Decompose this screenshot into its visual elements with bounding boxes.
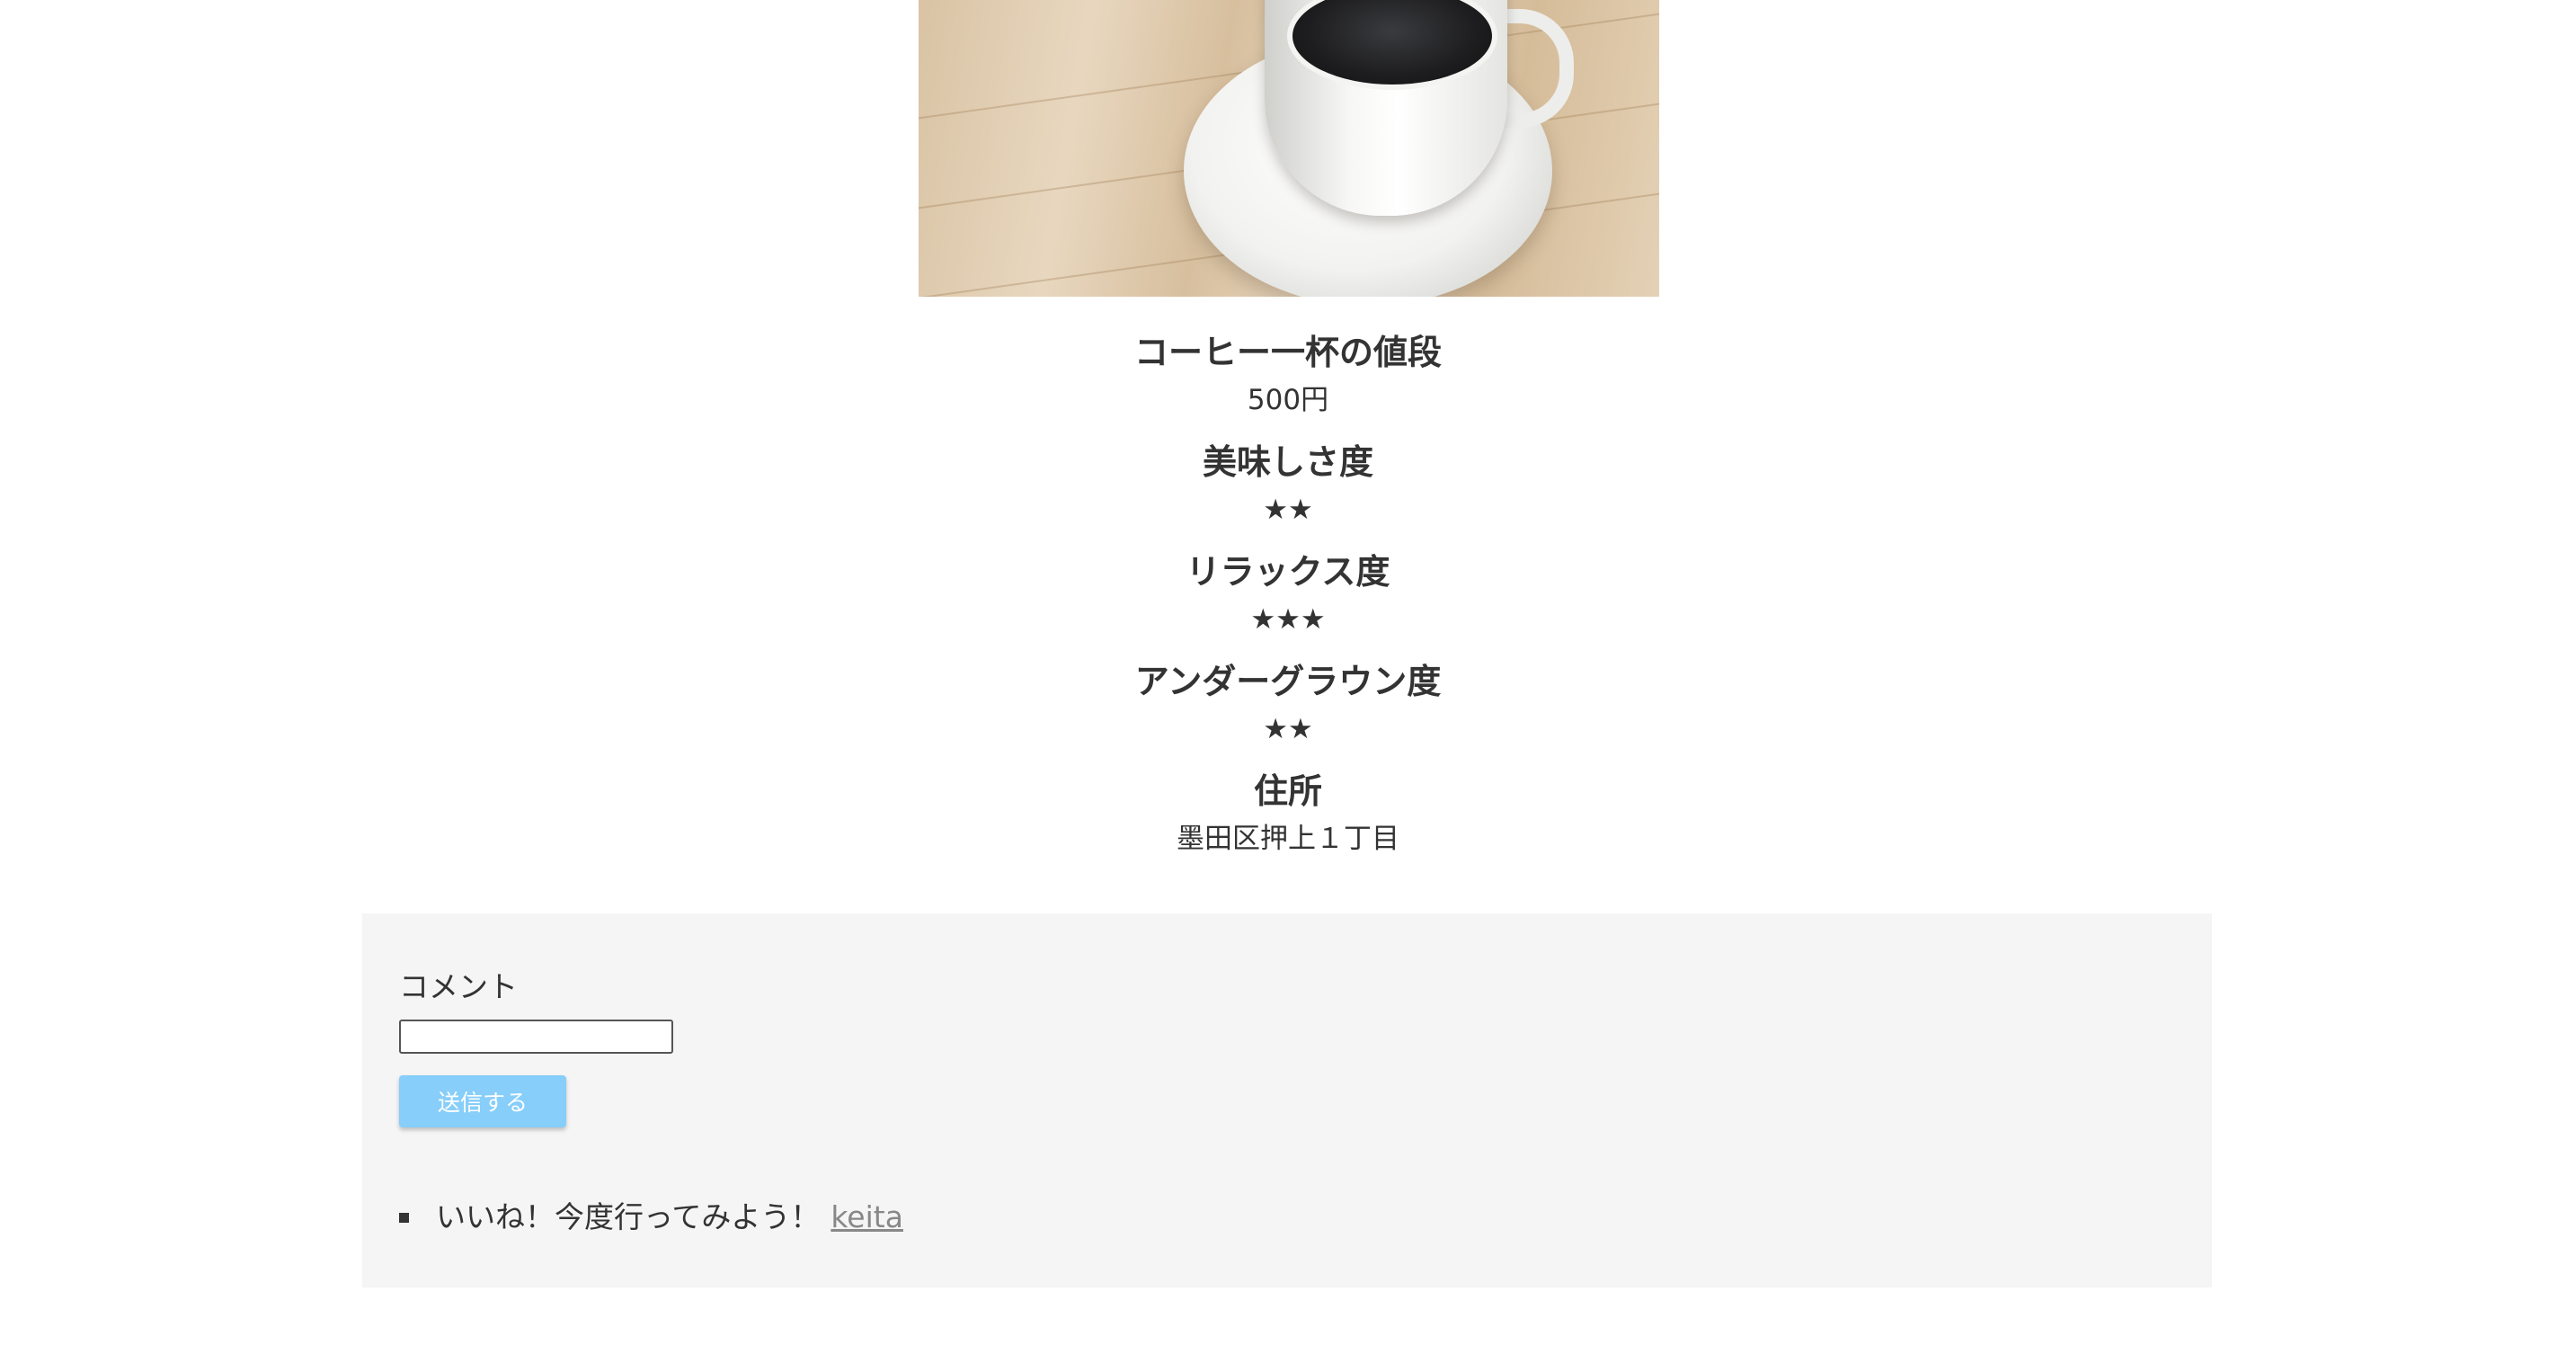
- address-heading: 住所: [1253, 771, 1322, 811]
- square-bullet-icon: [399, 1212, 409, 1223]
- price-heading: コーヒー一杯の値段: [1133, 333, 1442, 372]
- send-button[interactable]: 送信する: [399, 1075, 566, 1127]
- comment-user-link[interactable]: keita: [831, 1198, 903, 1237]
- comment-section: コメント 送信する いいね！今度行ってみよう！ keita: [362, 913, 2212, 1287]
- underground-rating-stars: ★★: [1263, 713, 1313, 745]
- page: コーヒー一杯の値段 500円 美味しさ度 ★★ リラックス度 ★★★ アンダーグ…: [0, 0, 2576, 1354]
- comment-label: コメント: [399, 969, 518, 1004]
- comment-text: いいね！今度行ってみよう！: [436, 1199, 821, 1234]
- underground-heading: アンダーグラウン度: [1134, 662, 1442, 701]
- coffee-photo: [919, 0, 1659, 297]
- relax-heading: リラックス度: [1186, 552, 1390, 592]
- price-value: 500円: [1247, 384, 1329, 416]
- comment-input[interactable]: [399, 1020, 673, 1054]
- taste-rating-stars: ★★: [1263, 494, 1313, 526]
- address-value: 墨田区押上１丁目: [1177, 823, 1399, 855]
- relax-rating-stars: ★★★: [1250, 603, 1326, 636]
- taste-heading: 美味しさ度: [1202, 442, 1373, 482]
- shop-info: コーヒー一杯の値段 500円 美味しさ度 ★★ リラックス度 ★★★ アンダーグ…: [0, 325, 2576, 874]
- comment-item: いいね！今度行ってみよう！ keita: [399, 1198, 903, 1237]
- comment-list: いいね！今度行ってみよう！ keita: [399, 1198, 903, 1237]
